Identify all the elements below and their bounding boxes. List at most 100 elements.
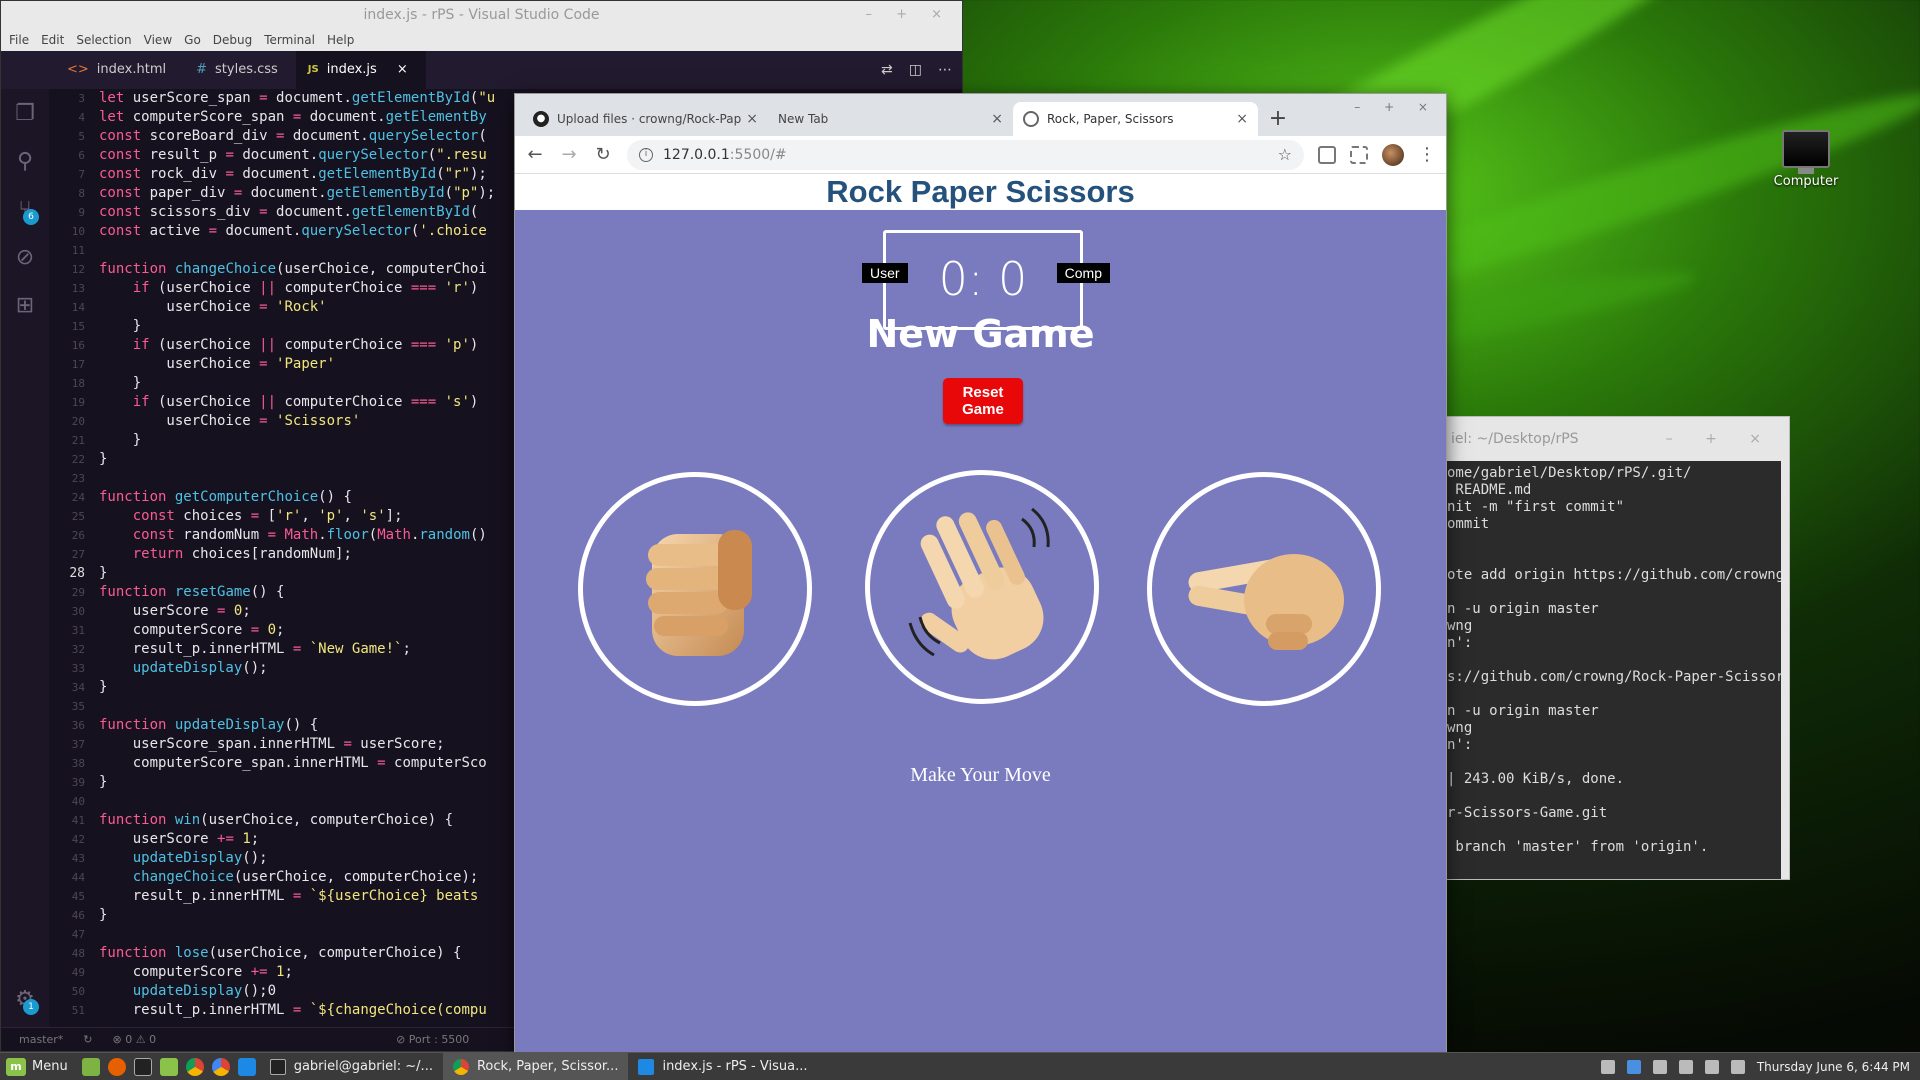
terminal-line: n': [1447, 737, 1473, 753]
user-icon[interactable] [1652, 1059, 1667, 1074]
reset-game-button[interactable]: Reset Game [943, 378, 1023, 424]
line-number: 27 [71, 548, 85, 561]
problems-indicator[interactable]: ⊗ 0 ⚠ 0 [113, 1028, 157, 1051]
css-file-icon: # [196, 62, 208, 77]
tab-index-html[interactable]: <> index.html [1, 51, 184, 89]
menu-go[interactable]: Go [184, 29, 201, 51]
code-text: const active = document.querySelector('.… [99, 223, 487, 239]
close-tab-icon[interactable]: × [991, 111, 1003, 127]
menu-view[interactable]: View [144, 29, 172, 51]
chrome-alt-icon[interactable] [211, 1057, 230, 1076]
taskbar-item-browser[interactable]: Rock, Paper, Scissor... [442, 1052, 629, 1080]
settings-gear-icon[interactable]: ⚙ 1 [1, 975, 49, 1023]
vscode-titlebar[interactable]: index.js - rPS - Visual Studio Code – + … [1, 1, 962, 29]
window-title: index.js - rPS - Visual Studio Code [363, 7, 600, 23]
line-number: 13 [71, 282, 85, 295]
code-text: } [99, 907, 108, 923]
browser-window: ● Upload files · crowng/Rock-Pap × New T… [514, 93, 1447, 1053]
terminal-titlebar[interactable]: iel: ~/Desktop/rPS – + × [1447, 417, 1789, 461]
back-icon[interactable]: ← [525, 144, 545, 165]
code-text: result_p.innerHTML = `${userChoice} beat… [99, 888, 479, 904]
profile-avatar[interactable] [1382, 143, 1404, 166]
search-icon[interactable]: ⚲ [1, 137, 49, 185]
taskbar-item-label: Rock, Paper, Scissor... [476, 1059, 619, 1074]
explorer-icon[interactable]: ❐ [1, 89, 49, 137]
terminal-output[interactable]: ome/gabriel/Desktop/rPS/.git/ README.md n… [1447, 461, 1789, 856]
chrome-icon[interactable] [185, 1057, 204, 1076]
menu-file[interactable]: File [9, 29, 29, 51]
wifi-icon[interactable] [1678, 1059, 1693, 1074]
debug-icon[interactable]: ⊘ [1, 233, 49, 281]
menu-debug[interactable]: Debug [213, 29, 252, 51]
choice-scissors[interactable] [1147, 472, 1381, 706]
tab-styles-css[interactable]: # styles.css [184, 51, 296, 89]
browser-menu-icon[interactable]: ⋮ [1418, 144, 1436, 165]
terminal-window-controls[interactable]: – + × [1666, 417, 1775, 461]
choice-paper[interactable] [865, 470, 1099, 704]
start-menu-button[interactable]: m Menu [0, 1057, 78, 1076]
code-text: return choices[randomNum]; [132, 546, 352, 562]
volume-icon[interactable] [1704, 1059, 1719, 1074]
taskbar-item-vscode[interactable]: index.js - rPS - Visua... [628, 1053, 817, 1080]
fist-icon [646, 530, 752, 656]
globe-icon [1023, 111, 1039, 127]
split-editor-icon[interactable]: ◫ [909, 51, 922, 89]
terminal-scrollbar[interactable] [1781, 461, 1789, 879]
tab-index-js[interactable]: JS index.js × [295, 51, 426, 89]
show-desktop-icon[interactable] [81, 1057, 100, 1076]
new-tab-button[interactable]: + [1258, 102, 1298, 136]
more-actions-icon[interactable]: ⋯ [938, 51, 952, 89]
browser-window-controls[interactable]: – + × [1354, 100, 1438, 114]
open-changes-icon[interactable]: ⇄ [881, 51, 893, 89]
close-tab-icon[interactable]: × [1236, 111, 1248, 127]
bluetooth-icon[interactable] [1626, 1059, 1641, 1074]
battery-icon[interactable] [1730, 1059, 1745, 1074]
terminal-launcher-icon[interactable] [133, 1057, 152, 1076]
code-text: } [99, 375, 142, 391]
files-icon[interactable] [159, 1057, 178, 1076]
vscode-launcher-icon[interactable] [237, 1057, 256, 1076]
menu-edit[interactable]: Edit [41, 29, 64, 51]
line-number: 14 [71, 301, 85, 314]
shield-icon[interactable] [1600, 1059, 1615, 1074]
terminal-line: r-Scissors-Game.git [1447, 805, 1608, 821]
close-tab-icon[interactable]: × [746, 111, 758, 127]
code-text: const result_p = document.querySelector(… [99, 147, 487, 163]
branch-indicator[interactable]: master* [19, 1028, 63, 1051]
sync-icon[interactable]: ↻ [83, 1028, 92, 1051]
menu-selection[interactable]: Selection [76, 29, 131, 51]
extension-icon[interactable] [1318, 145, 1336, 164]
screenshot-extension-icon[interactable] [1350, 145, 1368, 164]
taskbar-item-terminal[interactable]: gabriel@gabriel: ~/... [260, 1053, 443, 1080]
browser-tab-rps[interactable]: Rock, Paper, Scissors × [1013, 102, 1258, 136]
address-bar[interactable]: i 127.0.0.1:5500/# ☆ [627, 139, 1304, 170]
code-text: computerScore_span.innerHTML = computerS… [99, 755, 487, 771]
source-control-icon[interactable]: ⑂ 6 [1, 185, 49, 233]
bookmark-star-icon[interactable]: ☆ [1278, 145, 1292, 164]
menu-terminal[interactable]: Terminal [264, 29, 315, 51]
mint-logo-icon: m [6, 1057, 26, 1076]
terminal-title: iel: ~/Desktop/rPS [1451, 431, 1579, 447]
extensions-icon[interactable]: ⊞ [1, 281, 49, 329]
line-number: 37 [71, 738, 85, 751]
desktop-computer-icon[interactable]: Computer [1762, 130, 1850, 189]
live-server-port[interactable]: ⊘ Port : 5500 [396, 1028, 469, 1051]
browser-tab-github[interactable]: ● Upload files · crowng/Rock-Pap × [523, 102, 768, 136]
line-number: 17 [71, 358, 85, 371]
choice-rock[interactable] [578, 472, 812, 706]
clock[interactable]: Thursday June 6, 6:44 PM [1757, 1060, 1910, 1074]
firefox-icon[interactable] [107, 1057, 126, 1076]
line-number: 34 [71, 681, 85, 694]
tab-label: index.html [96, 62, 167, 77]
reload-icon[interactable]: ↻ [593, 144, 613, 165]
tab-close-icon[interactable]: × [397, 51, 408, 89]
line-number: 47 [71, 928, 85, 941]
info-icon[interactable]: i [639, 147, 653, 162]
window-controls[interactable]: – + × [865, 1, 952, 29]
code-text: const choices = ['r', 'p', 's']; [132, 508, 403, 524]
browser-tab-new-tab[interactable]: New Tab × [768, 102, 1013, 136]
github-icon: ● [533, 111, 549, 127]
forward-icon[interactable]: → [559, 144, 579, 165]
menu-help[interactable]: Help [327, 29, 354, 51]
